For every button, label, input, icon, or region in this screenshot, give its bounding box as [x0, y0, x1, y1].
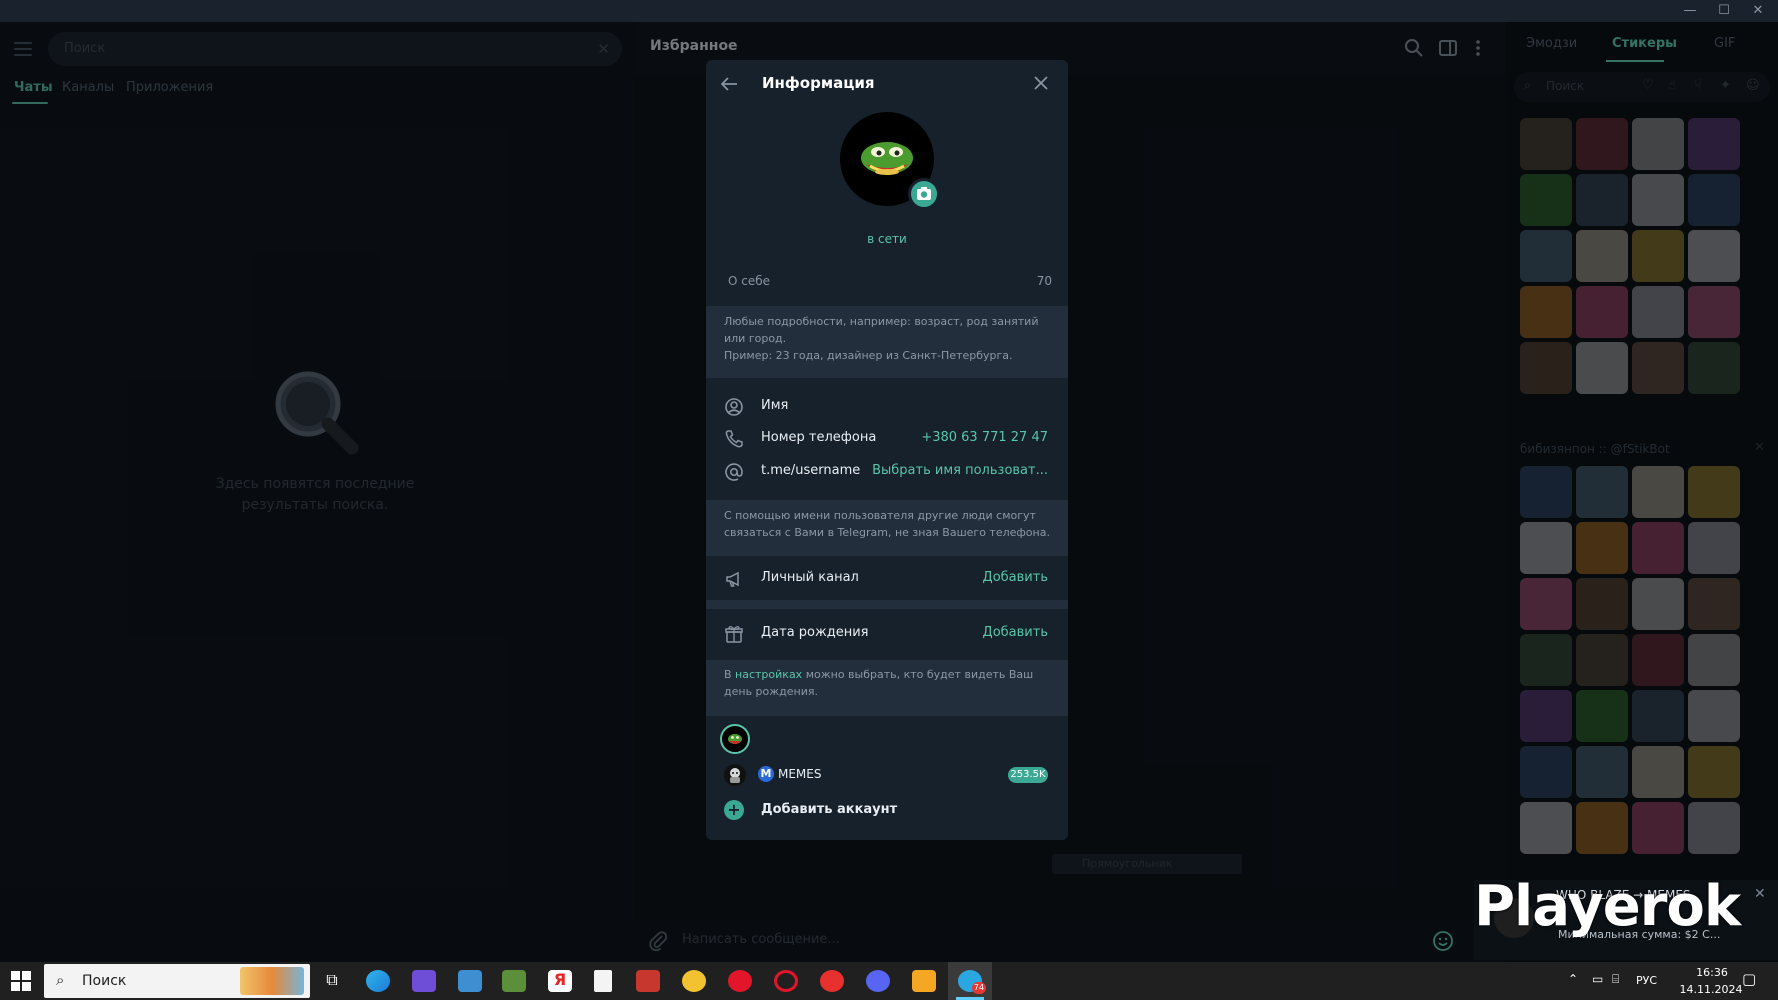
- choose-username-link[interactable]: Выбрать имя пользоват...: [872, 463, 1048, 478]
- phone-row[interactable]: Номер телефона +380 63 771 27 47: [706, 420, 1068, 456]
- radiation-icon[interactable]: [682, 970, 706, 992]
- watermark-logo: Playerok: [1474, 874, 1741, 939]
- app-icon[interactable]: [636, 970, 660, 992]
- maximize-icon[interactable]: ☐: [1708, 0, 1740, 22]
- add-account-button[interactable]: Добавить аккаунт: [761, 802, 897, 817]
- notification-icon[interactable]: ▢: [1742, 970, 1756, 988]
- player-icon[interactable]: [912, 970, 936, 992]
- taskbar-search[interactable]: ⌕ Поиск: [44, 964, 310, 998]
- close-promo-icon[interactable]: ✕: [1754, 886, 1766, 902]
- opera-gx-icon[interactable]: [774, 970, 798, 992]
- section-divider: [706, 600, 1068, 609]
- back-arrow-icon[interactable]: [720, 76, 738, 92]
- unread-count-badge: 253.5K: [1008, 767, 1048, 783]
- personal-channel-row[interactable]: Личный канал Добавить: [706, 560, 1068, 596]
- add-birthday-button[interactable]: Добавить: [983, 625, 1048, 640]
- search-highlight-image: [240, 967, 304, 995]
- minecraft-icon[interactable]: [502, 970, 526, 992]
- avatar-image: [730, 768, 740, 783]
- phone-value: +380 63 771 27 47: [921, 430, 1048, 445]
- username-hint: С помощью имени пользователя другие люди…: [706, 500, 1068, 556]
- name-label: Имя: [761, 398, 789, 413]
- about-hint: Любые подробности, например: возраст, ро…: [706, 306, 1068, 378]
- username-hint-line: С помощью имени пользователя другие люди…: [724, 509, 1036, 522]
- phone-icon: [725, 430, 743, 448]
- plus-icon[interactable]: +: [724, 800, 744, 820]
- computer-icon[interactable]: [458, 970, 482, 992]
- app-icon[interactable]: [412, 970, 436, 992]
- telegram-badge: 74: [972, 982, 986, 994]
- add-channel-button[interactable]: Добавить: [983, 570, 1048, 585]
- birthday-label: Дата рождения: [761, 625, 869, 640]
- personal-channel-label: Личный канал: [761, 570, 859, 585]
- windows-start-icon[interactable]: [10, 970, 32, 992]
- search-icon: ⌕: [56, 971, 65, 989]
- edge-icon[interactable]: [366, 970, 390, 992]
- task-view-icon[interactable]: ⧉: [320, 970, 344, 992]
- about-hint-line: Любые подробности, например: возраст, ро…: [724, 315, 1039, 328]
- at-sign-icon: [725, 463, 743, 481]
- profile-info-dialog: Информация в сети О себе 70 Любые подроб…: [706, 60, 1068, 840]
- about-hint-line: Пример: 23 года, дизайнер из Санкт-Петер…: [724, 349, 1013, 362]
- current-account-avatar[interactable]: [720, 724, 750, 754]
- account-name[interactable]: MEMES: [778, 767, 822, 781]
- username-label: t.me/username: [761, 463, 861, 478]
- clock-date[interactable]: 14.11.2024: [1672, 983, 1750, 996]
- change-photo-button[interactable]: [908, 178, 940, 210]
- clock-time[interactable]: 16:36: [1686, 966, 1738, 979]
- close-icon[interactable]: [1032, 74, 1050, 92]
- settings-link[interactable]: настройках: [735, 668, 802, 681]
- name-row[interactable]: Имя: [706, 388, 1068, 424]
- birthday-hint-line2: день рождения.: [724, 685, 818, 698]
- monitor-icon[interactable]: ▭: [1592, 972, 1603, 986]
- gift-icon: [725, 626, 743, 643]
- about-char-count: 70: [1036, 274, 1052, 288]
- birthday-hint: В настройках можно выбрать, кто будет ви…: [706, 660, 1068, 716]
- language-indicator[interactable]: РУС: [1636, 974, 1657, 987]
- megaphone-icon: [726, 571, 739, 587]
- birthday-hint-prefix: В: [724, 668, 736, 681]
- account-avatar[interactable]: [724, 764, 746, 786]
- birthday-row[interactable]: Дата рождения Добавить: [706, 615, 1068, 651]
- username-hint-line: связаться с Вами в Telegram, не зная Ваш…: [724, 526, 1050, 539]
- account-letter-badge: M: [758, 766, 774, 782]
- yandex-icon[interactable]: Я: [548, 970, 572, 992]
- about-field[interactable]: О себе: [728, 274, 770, 288]
- windows-taskbar: ⌕ Поиск ⧉ Я 74 ⌃ ▭ ⌸ РУС 16:36 14.11.202…: [0, 962, 1778, 1000]
- yandex-browser-icon[interactable]: [820, 970, 844, 992]
- about-hint-line: или город.: [724, 332, 787, 345]
- chevron-up-icon[interactable]: ⌃: [1568, 972, 1578, 986]
- network-icon[interactable]: ⌸: [1612, 972, 1619, 987]
- file-icon[interactable]: [594, 970, 612, 992]
- minimize-icon[interactable]: —: [1674, 0, 1706, 22]
- dialog-title: Информация: [762, 74, 875, 92]
- camera-icon: [917, 187, 931, 200]
- window-titlebar: — ☐ ✕: [0, 0, 1778, 22]
- close-window-icon[interactable]: ✕: [1742, 0, 1774, 22]
- birthday-hint-suffix: можно выбрать, кто будет видеть Ваш: [802, 668, 1034, 681]
- username-row[interactable]: t.me/username Выбрать имя пользоват...: [706, 453, 1068, 489]
- taskbar-search-label: Поиск: [82, 973, 127, 989]
- phone-label: Номер телефона: [761, 430, 877, 445]
- opera-icon[interactable]: [728, 970, 752, 992]
- online-status: в сети: [867, 232, 907, 246]
- telegram-taskbar-button[interactable]: 74: [948, 962, 992, 1000]
- user-circle-icon: [725, 398, 743, 416]
- avatar-image: [728, 734, 742, 744]
- discord-icon[interactable]: [866, 970, 890, 992]
